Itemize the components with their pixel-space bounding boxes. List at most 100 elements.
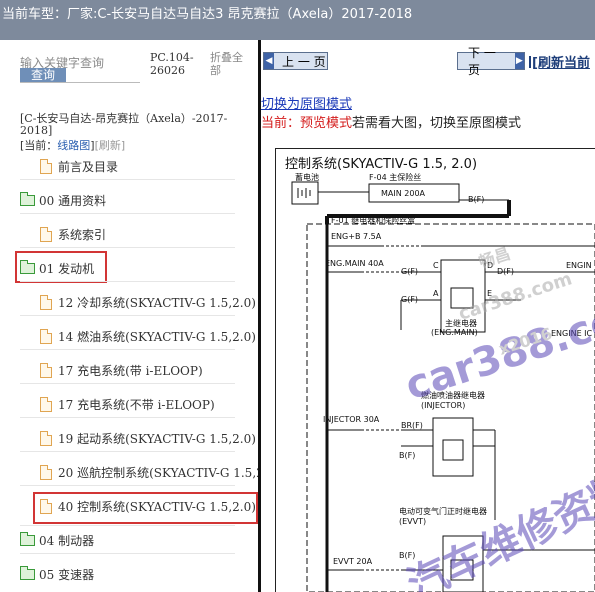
tree-item-cooling[interactable]: 12 冷却系统(SKYACTIV-G 1.5,2.0) [40,289,256,315]
tree-item-cruise-control[interactable]: 20 巡航控制系统(SKYACTIV-G 1.5,2 [40,459,258,485]
mode-status: 当前：预览模式若需看大图，切换至原图模式 [261,112,521,131]
search-underline [20,82,140,83]
collapse-all-button[interactable]: 折叠全 部 [210,51,250,77]
mode-status-current: 当前：预览模式 [261,116,353,131]
tree-item-transmission[interactable]: 05 变速器 [20,561,94,587]
document-icon [40,328,52,344]
content-pane: ◀ 上 一 页 下 一 页 ▶ [刷新当前 切换为原图模式 当前：预览模式若需看… [261,40,595,592]
document-icon [40,430,52,446]
next-page-button[interactable]: 下 一 页 ▶ [457,46,525,77]
tree-item-brakes[interactable]: 04 制动器 [20,527,94,553]
watermark-repair: 汽车维修资料 [401,466,595,592]
label-gf-c: G(F) [401,267,418,276]
folder-icon [20,531,35,546]
label-bf-main: B(F) [468,195,484,204]
tree-item-preface[interactable]: 前言及目录 [40,153,118,179]
divider [20,553,235,554]
refresh-current-link[interactable]: [刷新当前 [532,52,590,71]
next-page-label: 下 一 页 [468,46,496,77]
prev-page-button[interactable]: ◀ 上 一 页 [263,52,328,70]
label-relay-en: (ENG.MAIN) [431,328,478,337]
document-icon [40,362,52,378]
document-icon [40,464,52,480]
injector-relay-box [432,417,474,477]
collapse-all-line1: 折叠全 [210,51,243,64]
tree-item-fuel[interactable]: 14 燃油系统(SKYACTIV-G 1.5,2.0) [40,323,256,349]
tree-item-charging-no-eloop[interactable]: 17 充电系统(不带 i-ELOOP) [40,391,215,417]
label-main200: MAIN 200A [381,189,426,198]
watermark-car388: car388.co [400,298,595,410]
label-f04: F-04 主保险丝 [369,172,421,182]
label-bf-evvt: B(F) [399,551,415,560]
arrow-right-icon: ▶ [514,53,524,69]
current-link[interactable]: 线路图 [57,139,90,152]
label-bf-inj: B(F) [399,451,415,460]
label-gf-a: G(F) [401,295,418,304]
current-location: [当前：线路图][刷新] [20,137,125,153]
document-icon [40,226,52,242]
divider [20,417,235,418]
tree-item-label: 20 巡航控制系统(SKYACTIV-G 1.5,2 [58,465,258,480]
collapse-all-line2: 部 [210,64,221,77]
label-a: A [433,289,439,298]
label-evvt-relay: 电动可变气门正时继电器 [399,506,487,516]
tree-item-label: 12 冷却系统(SKYACTIV-G 1.5,2.0) [58,295,256,310]
divider [20,213,235,214]
switch-original-mode-link[interactable]: 切换为原图模式 [261,93,352,112]
model-path: [C-长安马自达-昂克赛拉（Axela）-2017- 2018] [20,113,252,137]
document-icon [40,158,52,174]
highlight-box-engine [15,251,107,283]
divider [20,315,235,316]
tree-item-label: 14 燃油系统(SKYACTIV-G 1.5,2.0) [58,329,256,344]
folder-icon [20,191,35,206]
tree-item-label: 17 充电系统(不带 i-ELOOP) [58,397,215,412]
tree-item-charging-eloop[interactable]: 17 充电系统(带 i-ELOOP) [40,357,203,383]
divider [20,451,235,452]
tree-item-general[interactable]: 00 通用资料 [20,187,106,213]
tree-item-label: 17 充电系统(带 i-ELOOP) [58,363,203,378]
divider [20,247,235,248]
sidebar: 输入关键字查询 查询 PC.104- 26026 折叠全 部 [C-长安马自达-… [0,40,258,592]
current-model-title: 当前车型：厂家:C-长安马自达马自达3 昂克赛拉（Axela）2017-2018 [2,7,413,22]
label-engb: ENG+B 7.5A [331,232,382,241]
tree-item-system-index[interactable]: 系统索引 [40,221,106,247]
tree-item-starting[interactable]: 19 起动系统(SKYACTIV-G 1.5,2.0) [40,425,256,451]
separator-icon [529,56,531,68]
model-path-line2: 2018] [20,124,53,137]
search-button[interactable]: 查询 [20,68,66,82]
label-evvt20: EVVT 20A [333,557,373,566]
divider [20,179,235,180]
battery-box [291,181,319,205]
tree-item-label: 04 制动器 [39,533,95,548]
wiring-diagram[interactable]: 控制系统(SKYACTIV-G 1.5, 2.0) 蓄电池 F-04 主保险丝 … [261,140,595,592]
model-path-line1: [C-长安马自达-昂克赛拉（Axela）-2017- [20,112,228,125]
injector-relay-coil [442,439,464,461]
tree-item-label: 19 起动系统(SKYACTIV-G 1.5,2.0) [58,431,256,446]
label-brf: BR(F) [401,421,423,430]
label-f01: F-01 继电器和保险丝盒 [331,215,415,225]
topbar: 当前车型：厂家:C-长安马自达马自达3 昂克赛拉（Axela）2017-2018 [0,0,595,40]
divider [20,525,235,526]
label-df: D(F) [497,267,514,276]
label-evvt-relay-en: (EVVT) [399,517,426,526]
document-icon [40,294,52,310]
prev-page-label: 上 一 页 [282,54,326,69]
current-refresh-link[interactable]: [刷新] [95,139,126,152]
mode-status-hint: 若需看大图，切换至原图模式 [352,116,522,131]
label-battery: 蓄电池 [295,172,319,182]
tree-item-label: 00 通用资料 [39,193,107,208]
label-engin: ENGIN [566,261,592,270]
tree-item-label: 05 变速器 [39,567,95,582]
label-injector30: INJECTOR 30A [323,415,380,424]
arrow-left-icon: ◀ [264,53,274,69]
divider [20,281,235,282]
folder-icon [20,565,35,580]
tree-item-label: 系统索引 [58,227,107,242]
current-prefix: [当前： [20,139,58,152]
document-code-line2: 26026 [150,64,185,77]
wiring-diagram-svg: 蓄电池 F-04 主保险丝 MAIN 200A B(F) F-01 继电器和保险… [291,172,595,592]
highlight-box-control [33,492,258,524]
document-icon [40,396,52,412]
label-engmain40: ENG.MAIN 40A [325,259,384,268]
label-c: C [433,261,439,270]
